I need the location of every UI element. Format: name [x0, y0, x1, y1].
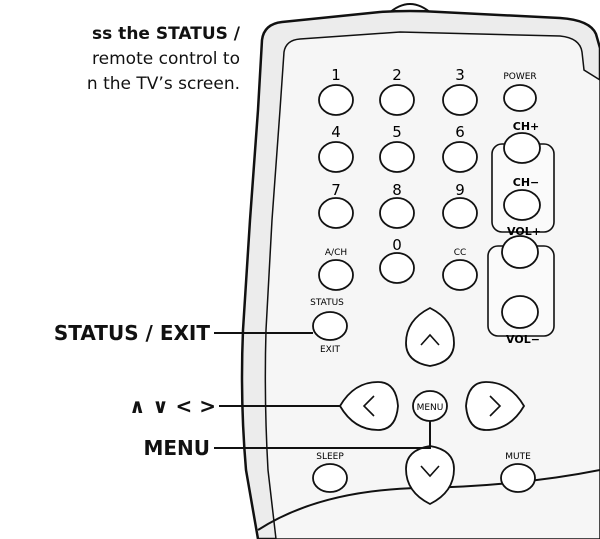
button-8-label: 8 [392, 181, 402, 199]
channel-up-label: CH+ [513, 120, 540, 133]
button-2-label: 2 [392, 66, 402, 84]
mute-label: MUTE [505, 452, 531, 462]
sleep-button[interactable]: SLEEP [312, 452, 348, 493]
mute-button[interactable]: MUTE [500, 452, 536, 493]
menu-button[interactable]: MENU [412, 390, 448, 422]
ach-label: A/CH [325, 248, 347, 258]
status-exit-callout: STATUS / EXIT [53, 321, 210, 345]
button-1-label: 1 [331, 66, 341, 84]
exit-label: EXIT [320, 345, 341, 355]
volume-up-button[interactable]: VOL+ [501, 225, 541, 269]
power-button[interactable]: POWER [503, 72, 537, 112]
button-9-label: 9 [455, 181, 465, 199]
menu-callout: MENU [143, 436, 210, 460]
arrows-callout: ∧ ∨ < > [129, 394, 216, 418]
button-0-label: 0 [392, 236, 402, 254]
sleep-label: SLEEP [316, 452, 344, 462]
button-6-label: 6 [455, 123, 465, 141]
button-7-label: 7 [331, 181, 341, 199]
volume-down-label: VOL− [506, 333, 540, 346]
remote-illustration: 1 2 3 POWER 4 5 6 7 8 9 CH+ CH− A/CH 0 C… [214, 3, 600, 539]
cc-label: CC [454, 248, 467, 258]
status-label: STATUS [310, 298, 344, 308]
menu-button-label: MENU [417, 403, 444, 413]
button-4-label: 4 [331, 123, 341, 141]
power-label: POWER [503, 72, 536, 82]
button-5-label: 5 [392, 123, 402, 141]
button-3-label: 3 [455, 66, 465, 84]
channel-down-label: CH− [513, 176, 540, 189]
manual-page: ss the STATUS / remote control to n the … [0, 0, 600, 539]
volume-down-button[interactable]: VOL− [501, 295, 540, 346]
